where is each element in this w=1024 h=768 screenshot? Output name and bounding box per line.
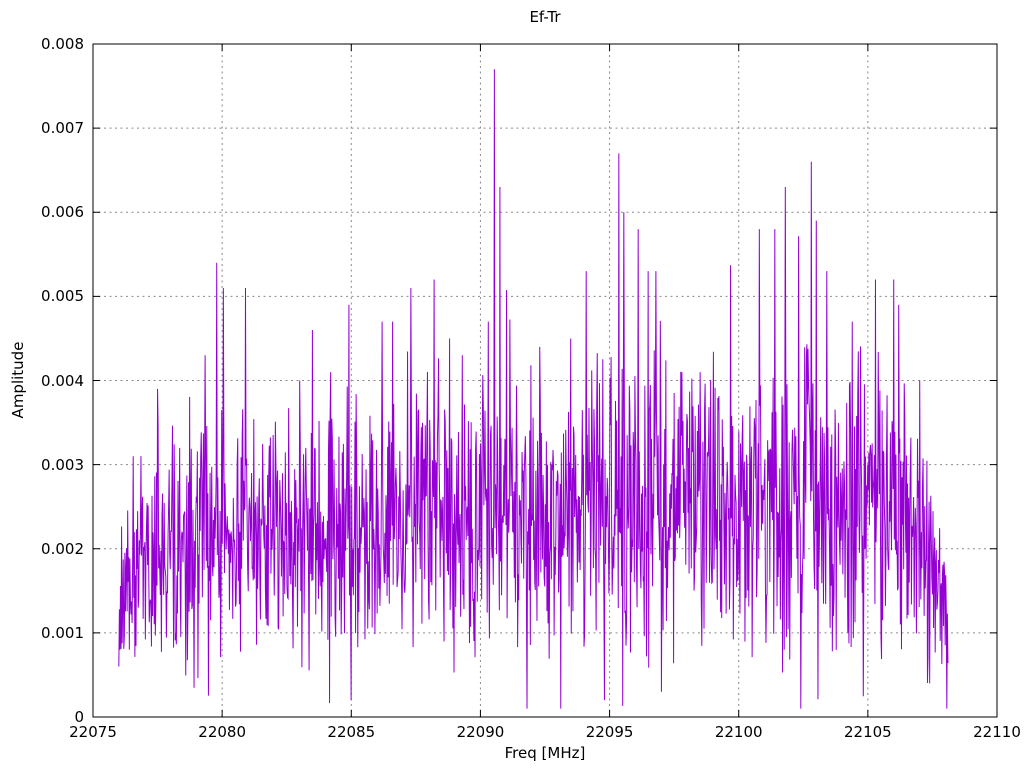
chart-container: Ef-Tr Freq [MHz] Amplitude 22075 22080 220… [0,0,1024,768]
x-tick-label: 22110 [973,723,1021,741]
y-tick-label: 0.005 [41,287,84,306]
series-line-ef-tr [118,69,949,709]
y-tick-label: 0.003 [41,455,84,474]
y-tick-label: 0.008 [41,35,84,53]
x-tick-label: 22095 [585,723,634,741]
x-axis-label: Freq [MHz] [504,744,586,762]
x-tick-label: 22085 [327,723,376,741]
y-tick-label: 0.006 [41,203,84,222]
y-tick-label: 0.001 [41,623,84,642]
plot-svg [92,43,998,718]
grid-lines [93,44,997,717]
y-tick-label: 0 [74,708,84,726]
chart-title: Ef-Tr [529,8,561,26]
y-tick-label: 0.002 [41,539,84,558]
y-tick-label: 0.004 [41,371,84,390]
y-tick-label: 0.007 [41,119,84,138]
x-tick-label: 22105 [843,723,892,741]
x-tick-label: 22090 [456,723,505,741]
x-tick-label: 22080 [198,723,246,741]
x-tick-label: 22100 [714,723,763,741]
